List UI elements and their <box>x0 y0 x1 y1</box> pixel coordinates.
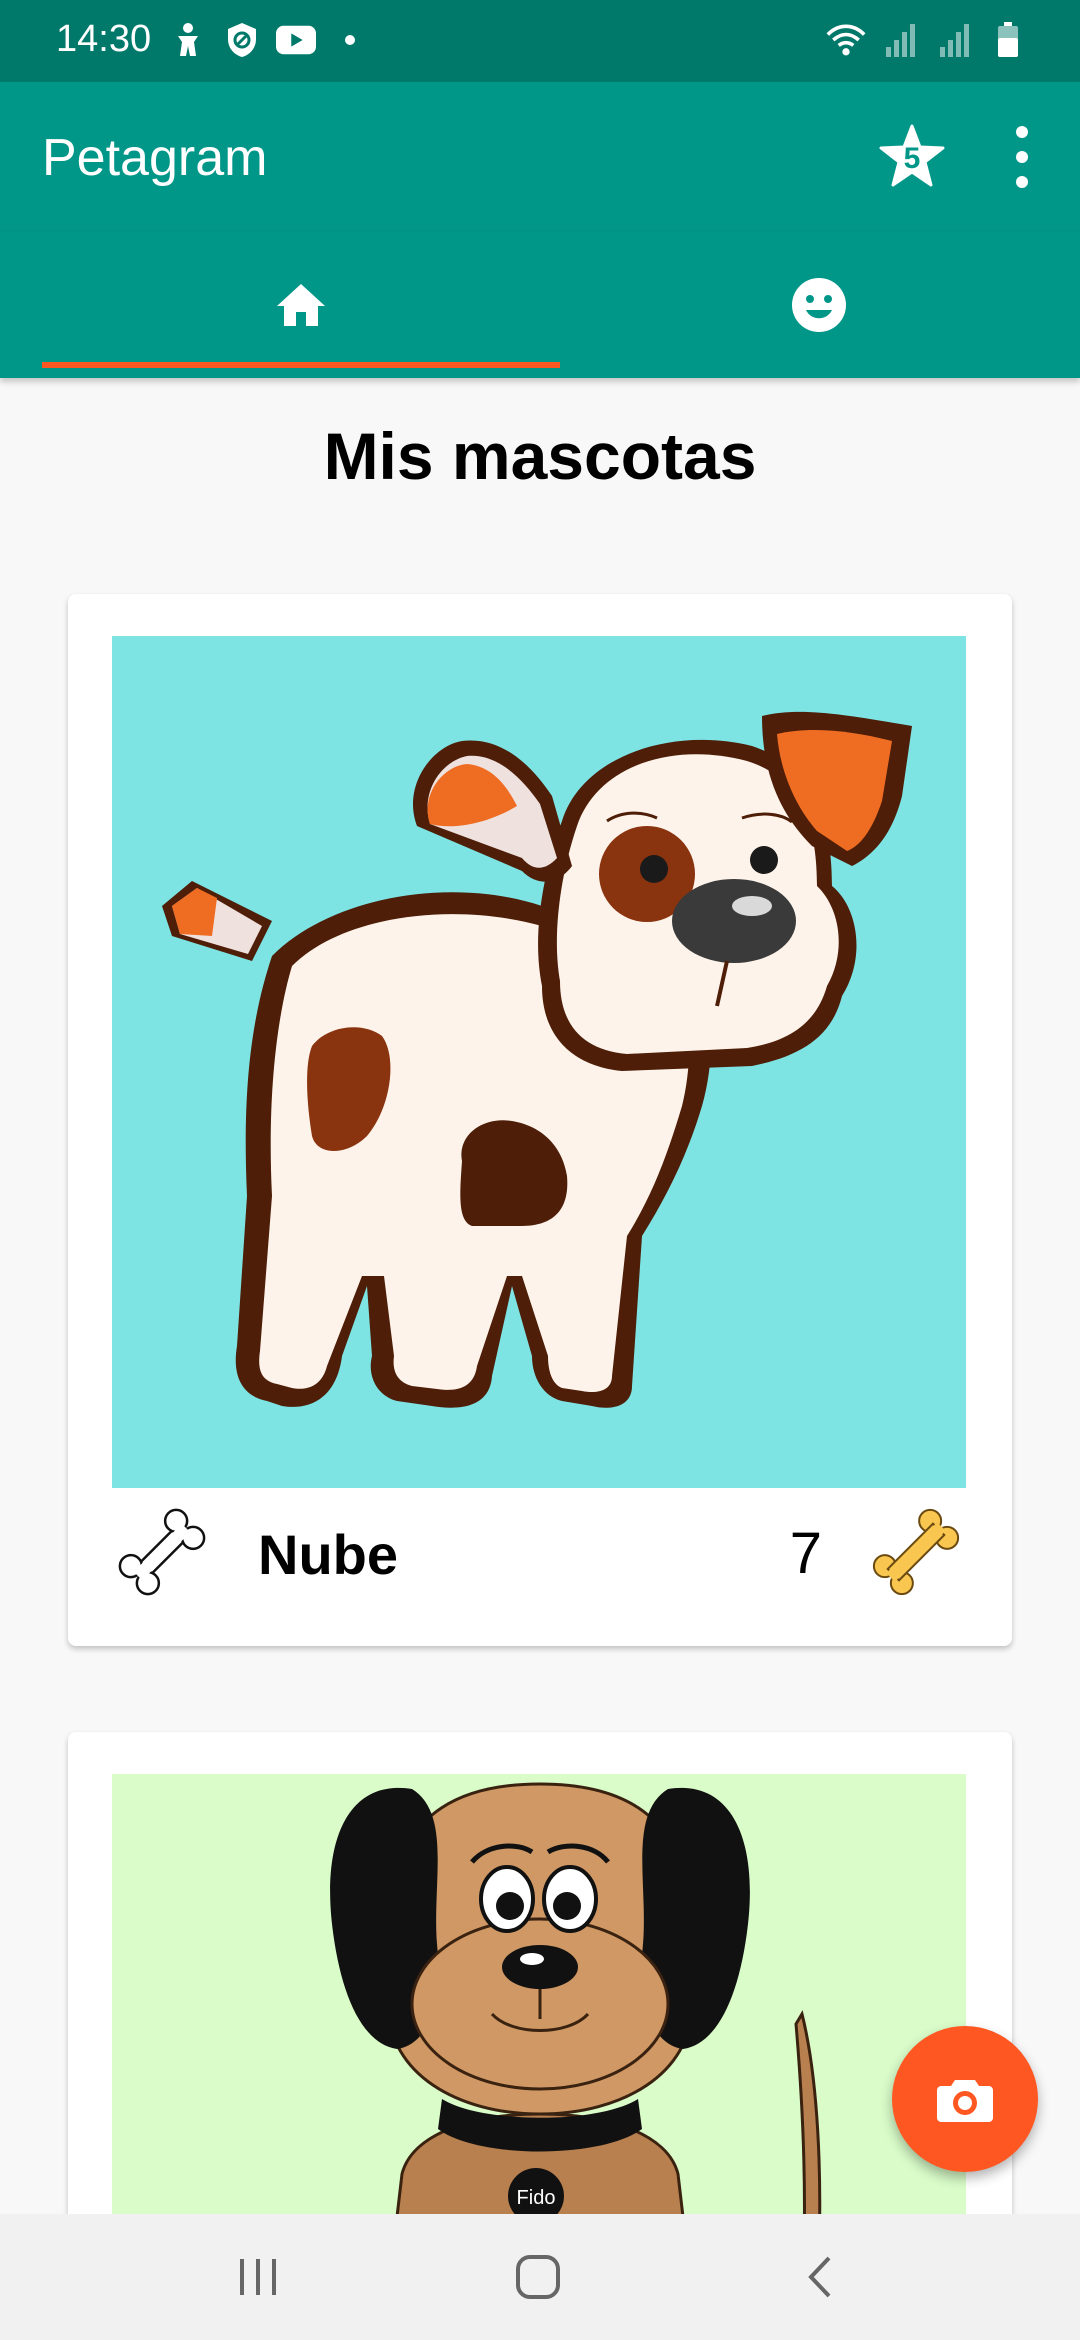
pet-likes-count: 7 <box>789 1521 822 1586</box>
pet-name: Nube <box>258 1523 398 1586</box>
status-system-icons <box>826 20 1028 60</box>
like-bone-button[interactable] <box>112 1502 212 1602</box>
tab-indicator <box>42 362 560 368</box>
tab-bar <box>0 232 1080 378</box>
signal-1-icon <box>880 20 920 60</box>
overflow-menu-button[interactable] <box>1002 126 1042 188</box>
more-notifications-dot-icon <box>330 20 370 60</box>
overflow-dot <box>1016 151 1028 163</box>
recents-button[interactable] <box>208 2242 308 2312</box>
home-circle-icon <box>516 2255 560 2299</box>
shield-icon <box>222 20 262 60</box>
collar-tag-text: Fido <box>517 2187 556 2209</box>
pet-image-fido: Fido <box>112 1774 966 2214</box>
favorites-count: 5 <box>903 142 921 175</box>
bone-outline-icon <box>118 1508 206 1596</box>
home-nav-button[interactable] <box>488 2242 588 2312</box>
favorites-button[interactable]: 5 <box>874 118 950 194</box>
system-nav-bar <box>0 2214 1080 2340</box>
tab-home[interactable] <box>42 232 560 378</box>
camera-icon <box>937 2080 993 2122</box>
overflow-dot <box>1016 126 1028 138</box>
back-chevron-icon <box>808 2256 831 2298</box>
wifi-icon <box>826 20 866 60</box>
status-notification-icons <box>168 20 370 60</box>
pet-image-nube <box>112 636 966 1488</box>
camera-fab-button[interactable] <box>892 2026 1038 2172</box>
back-button[interactable] <box>770 2242 870 2312</box>
home-icon <box>277 284 325 326</box>
smiley-icon <box>792 278 846 332</box>
pet-card: Fido <box>68 1732 1012 2214</box>
pet-list[interactable]: Mis mascotas Nube 7 Fido <box>0 378 1080 2214</box>
pet-card: Nube 7 <box>68 594 1012 1646</box>
recents-icon <box>240 2259 276 2295</box>
app-title: Petagram <box>42 129 268 187</box>
accessibility-icon <box>168 20 208 60</box>
overflow-dot <box>1016 176 1028 188</box>
youtube-icon <box>276 20 316 60</box>
page-title: Mis mascotas <box>323 419 757 493</box>
tab-profile[interactable] <box>560 232 1078 378</box>
bone-filled-icon <box>872 1508 960 1596</box>
signal-2-icon <box>934 20 974 60</box>
rating-bone <box>866 1502 966 1602</box>
battery-icon <box>988 20 1028 60</box>
status-bar: 14:30 <box>0 0 1080 82</box>
status-time: 14:30 <box>56 18 152 60</box>
app-root: 14:30 Petagram 5 Mis mascotas Nube 7 Fid… <box>0 0 1080 2340</box>
pet-card-footer: Nube 7 <box>112 1488 966 1628</box>
